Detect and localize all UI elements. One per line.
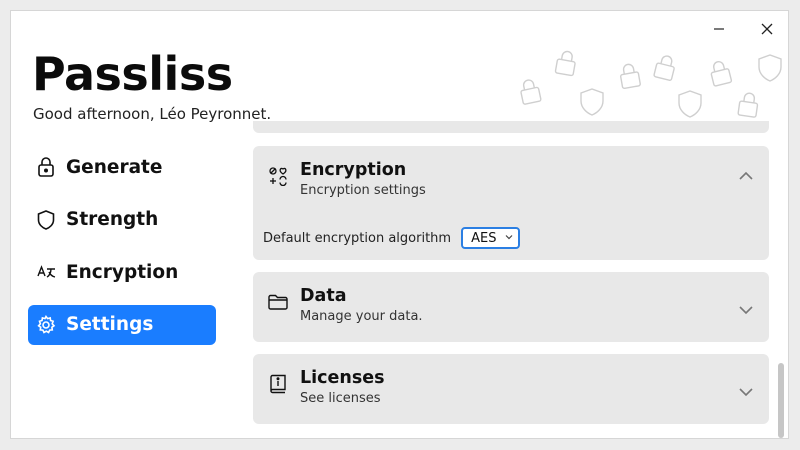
sidebar-nav: Generate Strength Encryption Settings — [28, 147, 216, 357]
sidebar-item-label: Generate — [66, 156, 163, 178]
previous-card — [253, 121, 769, 133]
card-title: Encryption — [300, 160, 407, 180]
data-settings-card[interactable]: Data Manage your data. — [253, 272, 769, 342]
algorithm-setting-row: Default encryption algorithm AES — [263, 226, 521, 250]
minimize-button[interactable] — [705, 19, 733, 39]
data-card-header[interactable]: Data Manage your data. — [253, 272, 769, 328]
decorative-lock-pattern — [520, 50, 782, 118]
sidebar-item-settings[interactable]: Settings — [28, 304, 216, 345]
licenses-card-header[interactable]: Licenses See licenses — [253, 354, 769, 410]
encryption-settings-card: Encryption Encryption settings Default e… — [253, 146, 769, 260]
translate-icon — [36, 262, 56, 282]
algorithm-label: Default encryption algorithm — [263, 230, 452, 246]
sidebar-item-generate[interactable]: Generate — [28, 147, 216, 187]
card-subtitle: Manage your data. — [300, 309, 423, 324]
vertical-scrollbar[interactable] — [778, 363, 784, 438]
sidebar-item-label: Encryption — [66, 261, 179, 283]
lock-icon — [36, 157, 56, 177]
card-title: Licenses — [300, 368, 385, 388]
card-subtitle: Encryption settings — [300, 183, 426, 198]
licenses-settings-card[interactable]: Licenses See licenses — [253, 354, 769, 424]
chevron-down-icon[interactable] — [737, 385, 755, 399]
minimize-icon — [714, 28, 724, 30]
gear-icon — [36, 314, 56, 335]
chevron-down-icon — [505, 235, 513, 240]
sidebar-item-strength[interactable]: Strength — [28, 200, 216, 240]
license-icon — [267, 373, 289, 395]
algorithm-selected-value: AES — [471, 230, 497, 246]
chevron-down-icon[interactable] — [737, 303, 755, 317]
symbols-icon — [267, 165, 289, 187]
app-title: Passliss — [32, 47, 233, 101]
sidebar-item-encryption[interactable]: Encryption — [28, 252, 216, 292]
card-subtitle: See licenses — [300, 391, 381, 406]
shield-icon — [36, 209, 56, 230]
close-button[interactable] — [753, 19, 781, 39]
folder-icon — [267, 291, 289, 313]
card-title: Data — [300, 286, 347, 306]
sidebar-item-label: Strength — [66, 209, 159, 230]
greeting-text: Good afternoon, Léo Peyronnet. — [33, 105, 272, 123]
algorithm-select[interactable]: AES — [461, 227, 521, 249]
chevron-up-icon[interactable] — [737, 168, 755, 182]
app-window: Passliss Good afternoon, Léo Peyronnet. … — [10, 10, 789, 439]
close-icon — [761, 23, 773, 35]
settings-panel: Encryption Encryption settings Default e… — [253, 121, 769, 438]
encryption-card-header[interactable]: Encryption Encryption settings — [253, 146, 769, 202]
sidebar-item-label: Settings — [66, 314, 154, 335]
